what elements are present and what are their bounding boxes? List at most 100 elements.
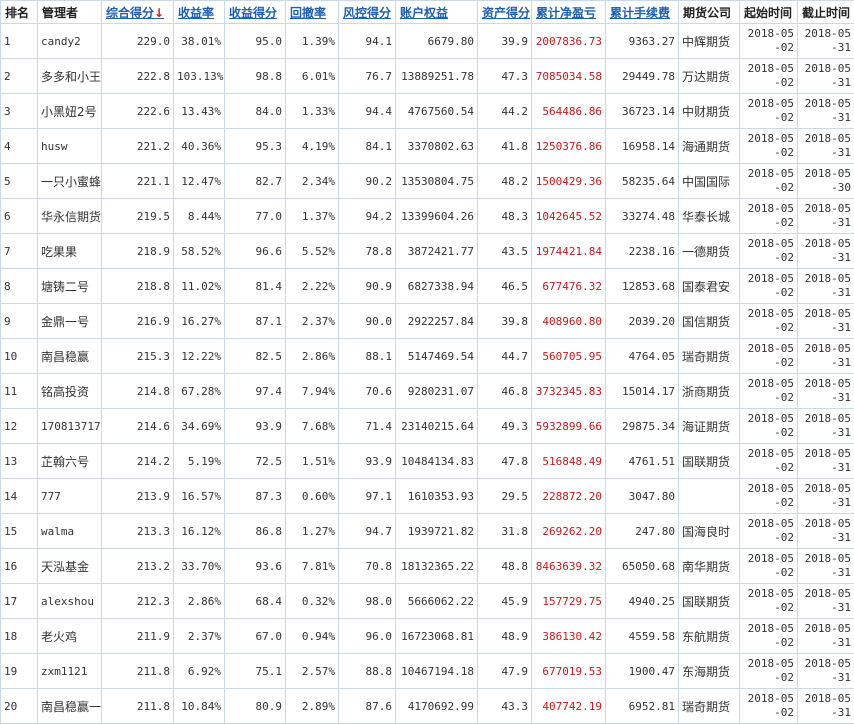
header-cum-fee[interactable]: 累计手续费 [606,1,679,24]
cell-risk-score: 90.2 [339,164,396,199]
cell-end-time: 2018-05-31 [798,94,854,129]
cell-rank: 20 [1,689,38,724]
cell-company: 中国国际 [679,164,740,199]
header-return-rate[interactable]: 收益率 [174,1,225,24]
cell-cum-profit: 677476.32 [532,269,606,304]
cell-risk-score: 97.1 [339,479,396,514]
cell-composite-score: 214.6 [102,409,174,444]
cell-composite-score: 213.9 [102,479,174,514]
cell-asset-score: 43.5 [478,234,532,269]
cell-risk-score: 88.8 [339,654,396,689]
cell-return-rate: 103.13% [174,59,225,94]
cell-manager: 170813717 [38,409,102,444]
cell-rank: 7 [1,234,38,269]
cell-drawdown: 2.89% [286,689,339,724]
table-row: 3小黑妞2号222.613.43%84.01.33%94.44767560.54… [1,94,854,129]
cell-return-rate: 40.36% [174,129,225,164]
cell-end-time: 2018-05-31 [798,374,854,409]
cell-end-time: 2018-05-31 [798,444,854,479]
cell-manager: 铭高投资 [38,374,102,409]
header-start-time: 起始时间 [740,1,798,24]
cell-return-score: 72.5 [225,444,286,479]
cell-asset-score: 44.2 [478,94,532,129]
cell-rank: 15 [1,514,38,549]
table-row: 1candy2229.038.01%95.01.39%94.16679.8039… [1,24,854,59]
cell-return-rate: 6.92% [174,654,225,689]
cell-cum-fee: 1900.47 [606,654,679,689]
cell-start-time: 2018-05-02 [740,514,798,549]
cell-manager: 吃果果 [38,234,102,269]
cell-rank: 8 [1,269,38,304]
header-composite-label: 综合得分 [106,6,154,20]
cell-cum-fee: 58235.64 [606,164,679,199]
header-risk-score[interactable]: 风控得分 [339,1,396,24]
header-equity[interactable]: 账户权益 [396,1,478,24]
cell-equity: 4767560.54 [396,94,478,129]
cell-manager: 华永信期货 [38,199,102,234]
cell-return-rate: 38.01% [174,24,225,59]
cell-start-time: 2018-05-02 [740,269,798,304]
cell-composite-score: 218.8 [102,269,174,304]
cell-composite-score: 218.9 [102,234,174,269]
cell-drawdown: 2.37% [286,304,339,339]
cell-risk-score: 87.6 [339,689,396,724]
cell-risk-score: 98.0 [339,584,396,619]
cell-asset-score: 39.8 [478,304,532,339]
table-row: 9金鼎一号216.916.27%87.12.37%90.02922257.843… [1,304,854,339]
cell-risk-score: 84.1 [339,129,396,164]
cell-cum-fee: 3047.80 [606,479,679,514]
cell-rank: 6 [1,199,38,234]
cell-rank: 1 [1,24,38,59]
cell-cum-profit: 2007836.73 [532,24,606,59]
cell-start-time: 2018-05-02 [740,444,798,479]
cell-asset-score: 49.3 [478,409,532,444]
cell-cum-fee: 4940.25 [606,584,679,619]
table-row: 6华永信期货219.58.44%77.01.37%94.213399604.26… [1,199,854,234]
cell-drawdown: 7.81% [286,549,339,584]
cell-equity: 6679.80 [396,24,478,59]
cell-manager: 天泓基金 [38,549,102,584]
cell-composite-score: 219.5 [102,199,174,234]
header-cum-profit[interactable]: 累计净盈亏 [532,1,606,24]
cell-cum-fee: 12853.68 [606,269,679,304]
cell-risk-score: 93.9 [339,444,396,479]
header-row: 排名 管理者 综合得分↓ 收益率 收益得分 回撤率 风控得分 账户权益 资产得分… [1,1,854,24]
cell-cum-fee: 9363.27 [606,24,679,59]
cell-cum-profit: 5932899.66 [532,409,606,444]
header-drawdown[interactable]: 回撤率 [286,1,339,24]
cell-rank: 3 [1,94,38,129]
header-composite-score-sort[interactable]: 综合得分↓ [102,1,174,24]
header-return-score[interactable]: 收益得分 [225,1,286,24]
cell-return-score: 98.8 [225,59,286,94]
cell-return-score: 95.3 [225,129,286,164]
table-row: 19zxm1121211.86.92%75.12.57%88.810467194… [1,654,854,689]
cell-asset-score: 47.8 [478,444,532,479]
cell-manager: 老火鸡 [38,619,102,654]
cell-return-rate: 16.57% [174,479,225,514]
cell-start-time: 2018-05-02 [740,374,798,409]
cell-return-score: 93.9 [225,409,286,444]
cell-return-score: 75.1 [225,654,286,689]
cell-drawdown: 1.37% [286,199,339,234]
cell-return-rate: 2.86% [174,584,225,619]
cell-company: 国泰君安 [679,269,740,304]
cell-company: 海通期货 [679,129,740,164]
cell-composite-score: 214.2 [102,444,174,479]
cell-asset-score: 41.8 [478,129,532,164]
cell-cum-fee: 2238.16 [606,234,679,269]
cell-rank: 19 [1,654,38,689]
cell-manager: 多多和小王 [38,59,102,94]
header-asset-score[interactable]: 资产得分 [478,1,532,24]
cell-equity: 3370802.63 [396,129,478,164]
cell-composite-score: 212.3 [102,584,174,619]
cell-end-time: 2018-05-31 [798,24,854,59]
header-company: 期货公司 [679,1,740,24]
cell-asset-score: 47.9 [478,654,532,689]
cell-manager: 南昌稳赢一 [38,689,102,724]
cell-rank: 12 [1,409,38,444]
cell-risk-score: 90.9 [339,269,396,304]
cell-start-time: 2018-05-02 [740,304,798,339]
table-row: 18老火鸡211.92.37%67.00.94%96.016723068.814… [1,619,854,654]
cell-asset-score: 48.9 [478,619,532,654]
cell-return-score: 93.6 [225,549,286,584]
